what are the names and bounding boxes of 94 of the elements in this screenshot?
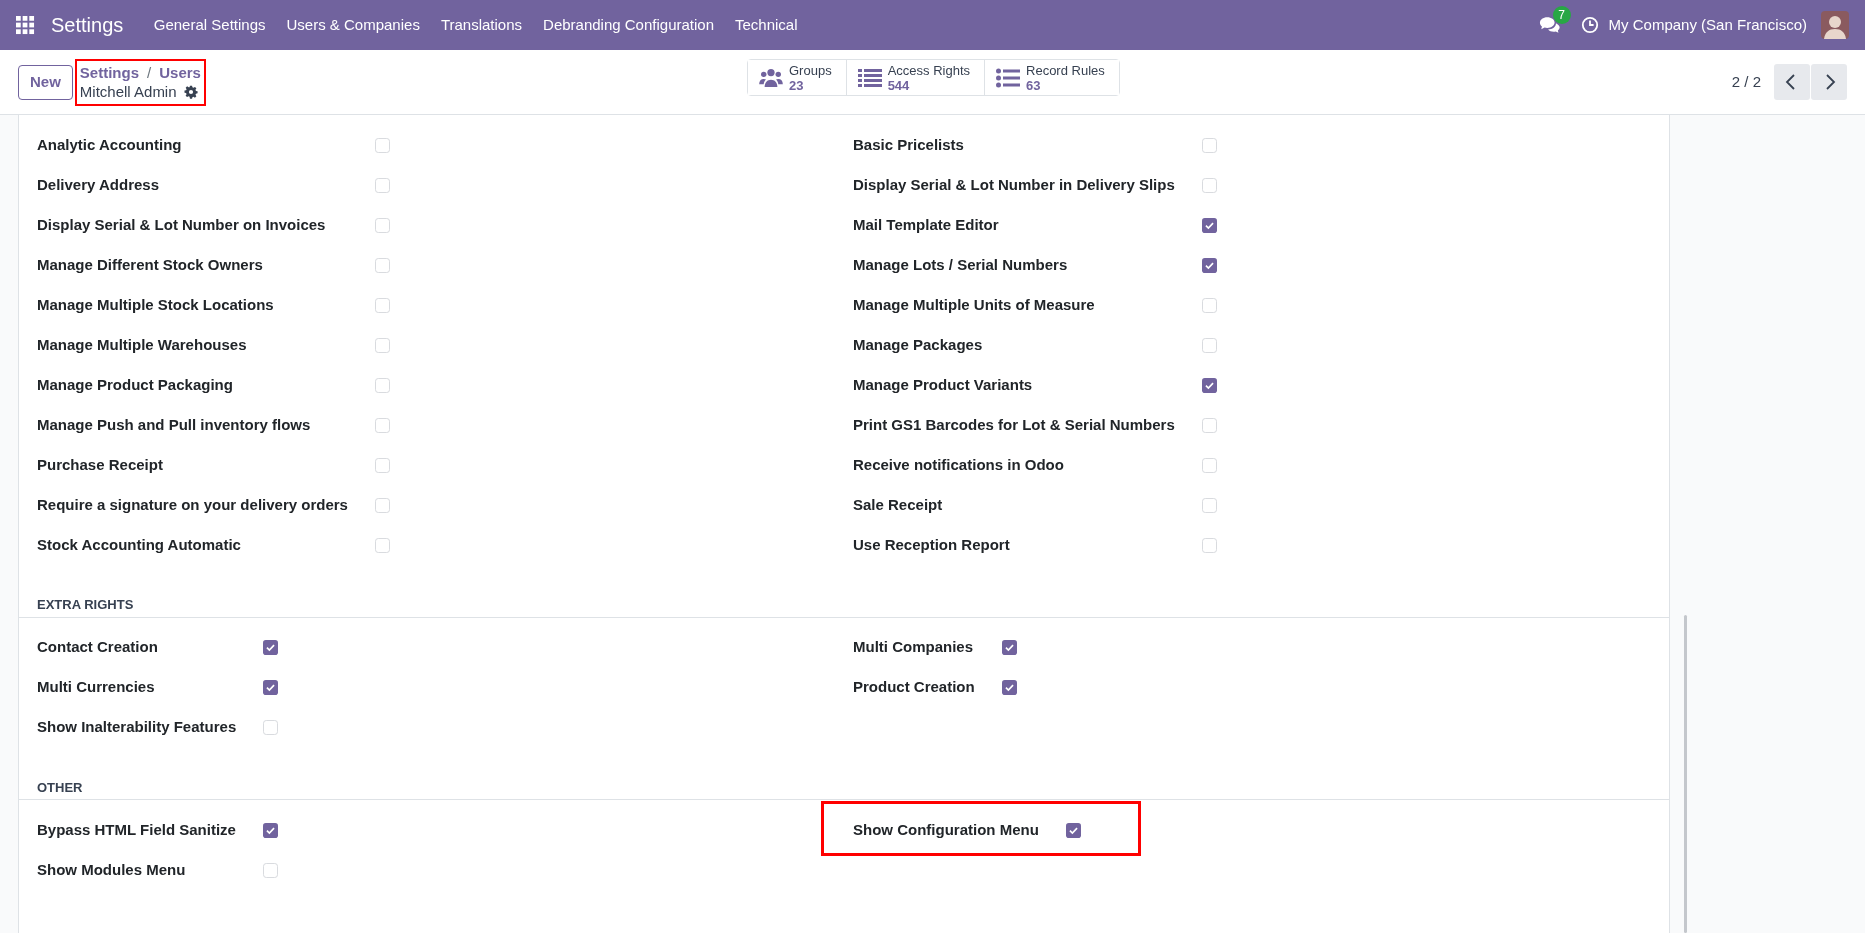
menu-item[interactable]: Technical xyxy=(724,13,809,37)
checkbox[interactable] xyxy=(374,417,390,433)
checkbox[interactable] xyxy=(1001,640,1017,655)
checkbox[interactable] xyxy=(1201,217,1217,233)
avatar-icon[interactable] xyxy=(1821,11,1849,39)
breadcrumb-link[interactable]: Users xyxy=(159,63,201,82)
menu-item[interactable]: Debranding Configuration xyxy=(532,13,725,37)
field-label: Product Creation xyxy=(853,677,976,698)
field-label: Require a signature on your delivery orders xyxy=(37,494,349,515)
field-label: Manage Multiple Stock Locations xyxy=(37,294,275,315)
smart-button-count: 63 xyxy=(1026,77,1042,93)
checkbox[interactable] xyxy=(374,177,390,193)
notification-badge: 7 xyxy=(1552,5,1571,24)
field-label: Display Serial & Lot Number in Delivery Slips xyxy=(853,174,1176,195)
checkbox[interactable] xyxy=(374,217,390,233)
breadcrumb-link[interactable]: Settings xyxy=(79,63,140,82)
field-label: Manage Product Packaging xyxy=(37,374,234,395)
pager-value: 2 / 2 xyxy=(1731,71,1761,92)
field-label: Show Inalterability Features xyxy=(37,717,238,738)
field-label: Manage Packages xyxy=(853,334,984,355)
menu-item[interactable]: General Settings xyxy=(143,13,276,37)
checkbox[interactable] xyxy=(1001,680,1017,695)
field-label: Analytic Accounting xyxy=(37,134,183,155)
scrollbar[interactable] xyxy=(1684,615,1687,933)
checkbox[interactable] xyxy=(1201,297,1217,313)
record-title: Mitchell Admin xyxy=(79,82,177,101)
checkbox[interactable] xyxy=(374,297,390,313)
smart-button-count: 544 xyxy=(887,77,911,93)
smart-button-count: 23 xyxy=(789,77,804,93)
smart-button[interactable]: Record Rules 63 xyxy=(984,60,1119,95)
field-label: Manage Push and Pull inventory flows xyxy=(37,414,312,435)
checkbox[interactable] xyxy=(1201,417,1217,433)
checkbox[interactable] xyxy=(263,640,279,655)
field-label: Display Serial & Lot Number on Invoices xyxy=(37,214,327,235)
app-title[interactable]: Settings xyxy=(51,10,124,40)
field-label: Basic Pricelists xyxy=(853,134,965,155)
checkbox[interactable] xyxy=(374,537,390,553)
list-icon xyxy=(996,67,1020,88)
field-label: Use Reception Report xyxy=(853,534,1011,555)
checkbox[interactable] xyxy=(1201,257,1217,273)
field-label: Contact Creation xyxy=(37,637,159,658)
checkbox[interactable] xyxy=(1201,177,1217,193)
checkbox[interactable] xyxy=(1201,537,1217,553)
next-button[interactable] xyxy=(1811,64,1847,100)
checkbox[interactable] xyxy=(262,822,278,838)
smart-button-label: Access Rights xyxy=(887,62,970,78)
field-label: Receive notifications in Odoo xyxy=(853,454,1065,475)
checkbox[interactable] xyxy=(374,337,390,353)
checkbox[interactable] xyxy=(1201,497,1217,513)
checkbox[interactable] xyxy=(374,257,390,273)
new-button[interactable]: New xyxy=(18,64,73,100)
field-label: Manage Lots / Serial Numbers xyxy=(853,254,1069,275)
section-title: OTHER xyxy=(36,778,84,797)
smart-button-label: Groups xyxy=(789,62,832,78)
checkbox[interactable] xyxy=(263,680,279,695)
field-label: Manage Different Stock Owners xyxy=(37,254,264,275)
list-icon xyxy=(857,67,882,88)
checkbox[interactable] xyxy=(1201,337,1217,353)
menu-item[interactable]: Users & Companies xyxy=(276,13,431,37)
checkbox[interactable] xyxy=(262,862,278,878)
checkbox[interactable] xyxy=(1201,137,1217,153)
checkbox[interactable] xyxy=(374,137,390,153)
field-label: Purchase Receipt xyxy=(37,454,164,475)
apps-menu-icon[interactable] xyxy=(16,15,35,35)
field-label: Multi Currencies xyxy=(37,677,156,698)
field-label: Manage Multiple Units of Measure xyxy=(853,294,1096,315)
gear-icon[interactable] xyxy=(183,84,198,99)
checkbox[interactable] xyxy=(263,720,279,735)
field-label: Show Configuration Menu xyxy=(853,818,1066,842)
field-label: Show Modules Menu xyxy=(37,859,187,880)
field-label: Multi Companies xyxy=(853,637,974,658)
field-label: Manage Product Variants xyxy=(853,374,1034,395)
field-label: Stock Accounting Automatic xyxy=(37,534,242,555)
breadcrumb-separator: / xyxy=(146,63,153,82)
users-icon xyxy=(759,67,783,88)
clock-icon[interactable] xyxy=(1580,16,1599,34)
menu-item[interactable]: Translations xyxy=(430,13,533,37)
company-switcher[interactable]: My Company (San Francisco) xyxy=(1608,13,1807,37)
field-label: Manage Multiple Warehouses xyxy=(37,334,248,355)
checkbox[interactable] xyxy=(374,377,390,393)
section-title: EXTRA RIGHTS xyxy=(36,596,135,614)
smart-button-label: Record Rules xyxy=(1026,62,1105,78)
checkbox[interactable] xyxy=(374,457,390,473)
checkbox[interactable] xyxy=(1201,377,1217,393)
field-label: Sale Receipt xyxy=(853,494,944,515)
chat-icon[interactable] xyxy=(1538,15,1561,35)
field-label: Bypass HTML Field Sanitize xyxy=(37,819,237,840)
field-label: Print GS1 Barcodes for Lot & Serial Numbers xyxy=(853,414,1176,435)
field-label: Delivery Address xyxy=(37,174,160,195)
checkbox[interactable] xyxy=(374,497,390,513)
previous-button[interactable] xyxy=(1774,64,1810,100)
checkbox[interactable] xyxy=(1065,822,1081,838)
checkbox[interactable] xyxy=(1201,457,1217,473)
field-label: Mail Template Editor xyxy=(853,214,1000,235)
